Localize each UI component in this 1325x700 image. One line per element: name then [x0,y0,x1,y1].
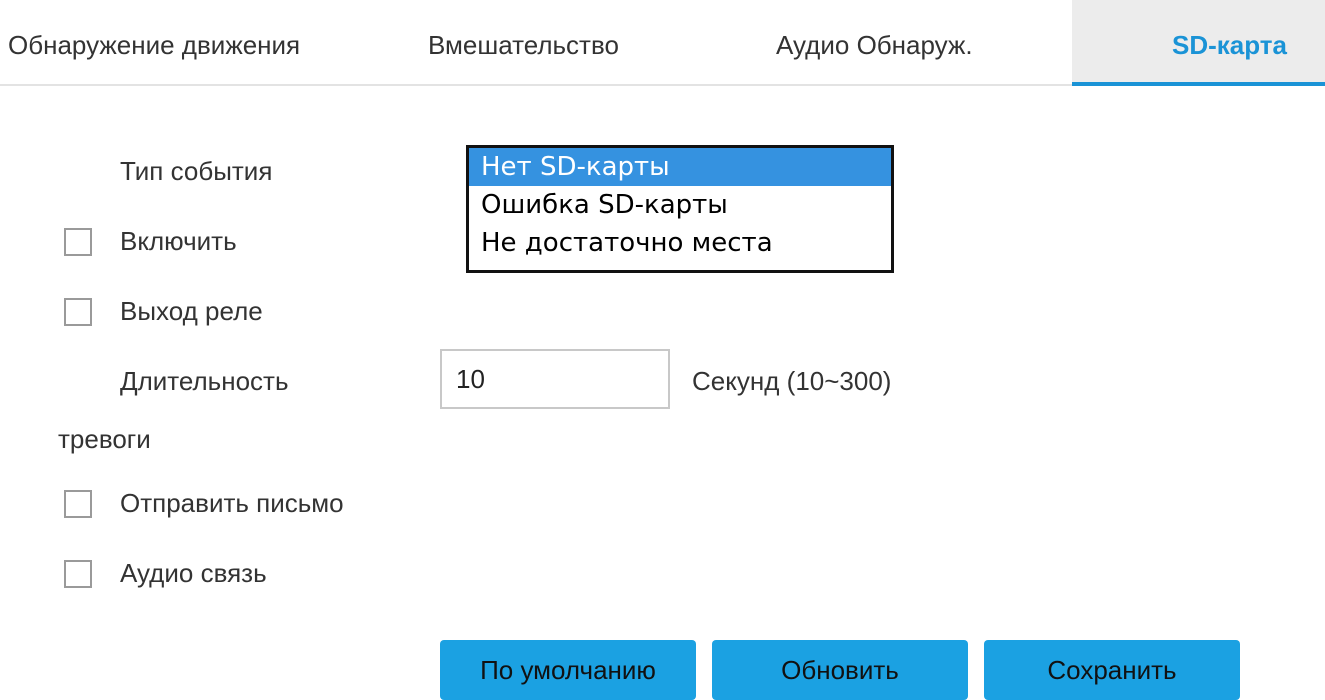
refresh-button[interactable]: Обновить [712,640,968,700]
alarm-duration-label-line2: тревоги [58,424,151,454]
tab-motion-detection[interactable]: Обнаружение движения [8,0,300,86]
send-email-label: Отправить письмо [120,488,344,518]
enable-checkbox[interactable] [64,228,92,256]
alarm-duration-label: Длительность [120,366,289,396]
tab-sd-card[interactable]: SD-карта [1072,0,1325,86]
save-button[interactable]: Сохранить [984,640,1240,700]
audio-checkbox[interactable] [64,560,92,588]
event-type-label: Тип события [120,156,273,186]
tab-audio-detection[interactable]: Аудио Обнаруж. [776,0,973,86]
tab-tampering[interactable]: Вмешательство [428,0,619,86]
relay-output-label: Выход реле [120,296,263,326]
tab-bar: Обнаружение движения Вмешательство Аудио… [0,0,1325,86]
audio-label: Аудио связь [120,558,267,588]
enable-label: Включить [120,226,237,256]
send-email-checkbox[interactable] [64,490,92,518]
alarm-duration-hint: Секунд (10~300) [692,366,892,396]
option-sd-card-error[interactable]: Ошибка SD-карты [469,186,891,224]
event-type-listbox[interactable]: Нет SD-карты Ошибка SD-карты Не достаточ… [466,145,894,273]
default-button[interactable]: По умолчанию [440,640,696,700]
alarm-duration-input[interactable] [440,349,670,409]
option-no-sd-card[interactable]: Нет SD-карты [469,148,891,186]
relay-output-checkbox[interactable] [64,298,92,326]
option-not-enough-space[interactable]: Не достаточно места [469,224,891,262]
